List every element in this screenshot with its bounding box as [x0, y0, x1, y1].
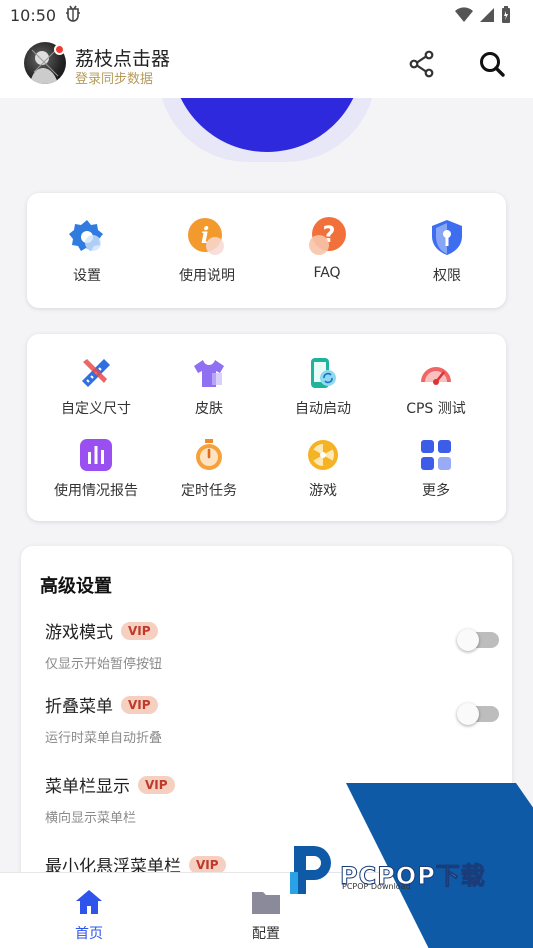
shield-key-icon: [427, 217, 467, 257]
vip-badge: VIP: [138, 775, 175, 794]
game-wheel-icon: [306, 438, 340, 472]
vip-badge: VIP: [121, 621, 158, 640]
nav-home[interactable]: 首页: [39, 887, 139, 943]
search-icon[interactable]: [478, 50, 506, 82]
menu-faq-label: FAQ: [313, 265, 341, 281]
menu-instructions[interactable]: i 使用说明: [147, 217, 267, 285]
feature-custom-size[interactable]: 自定义尺寸: [36, 356, 156, 418]
setting-fold-menu-title: 折叠菜单: [45, 697, 113, 717]
features-card: 自定义尺寸 皮肤 自动启动 CPS 测试 使用情况报告 定时任务 游戏 更多: [27, 334, 506, 521]
setting-game-mode[interactable]: 游戏模式 VIP 仅显示开始暂停按钮: [45, 618, 499, 672]
setting-game-mode-desc: 仅显示开始暂停按钮: [45, 657, 163, 672]
feature-usage-report[interactable]: 使用情况报告: [36, 438, 156, 500]
quick-menu-card: 设置 i 使用说明 ? FAQ 权限: [27, 193, 506, 308]
login-sync-link[interactable]: 登录同步数据: [75, 68, 153, 87]
phone-auto-icon: [306, 356, 340, 390]
bug-icon: [64, 4, 82, 26]
nav-home-label: 首页: [75, 926, 103, 942]
setting-menu-bar-display-title: 菜单栏显示: [45, 777, 130, 797]
vip-badge: VIP: [121, 695, 158, 714]
feature-cps-test-label: CPS 测试: [406, 401, 466, 417]
tshirt-icon: [192, 356, 226, 390]
menu-faq[interactable]: ? FAQ: [267, 217, 387, 281]
notification-dot: [54, 44, 65, 55]
feature-game[interactable]: 游戏: [263, 438, 383, 500]
menu-permissions[interactable]: 权限: [387, 217, 507, 285]
setting-fold-menu[interactable]: 折叠菜单 VIP 运行时菜单自动折叠: [45, 692, 499, 746]
status-time: 10:50: [10, 5, 57, 25]
game-mode-toggle[interactable]: [457, 629, 499, 651]
feature-auto-start-label: 自动启动: [295, 401, 351, 417]
feature-auto-start[interactable]: 自动启动: [263, 356, 383, 418]
feature-game-label: 游戏: [309, 483, 337, 499]
feature-cps-test[interactable]: CPS 测试: [376, 356, 496, 418]
feature-custom-size-label: 自定义尺寸: [61, 401, 131, 417]
watermark-logo: [288, 842, 338, 902]
app-screen: 10:50 荔枝点击器 登录同步数据 设置 i 使用说明 ? FAQ 权限 自定…: [0, 0, 533, 948]
nav-config-label: 配置: [252, 926, 280, 942]
question-icon: ?: [307, 217, 347, 257]
vip-badge: VIP: [189, 855, 226, 874]
feature-usage-report-label: 使用情况报告: [54, 483, 138, 499]
gear-icon: [67, 217, 107, 257]
home-icon: [39, 887, 139, 917]
signal-icon: [479, 7, 495, 27]
feature-timed-task[interactable]: 定时任务: [149, 438, 269, 500]
app-bar: 荔枝点击器 登录同步数据: [0, 30, 533, 98]
grid-more-icon: [419, 438, 453, 472]
setting-fold-menu-desc: 运行时菜单自动折叠: [45, 731, 163, 746]
app-title: 荔枝点击器: [75, 48, 171, 70]
feature-more[interactable]: 更多: [376, 438, 496, 500]
feature-skin-label: 皮肤: [195, 401, 223, 417]
stopwatch-icon: [192, 438, 226, 472]
menu-settings[interactable]: 设置: [27, 217, 147, 285]
menu-instructions-label: 使用说明: [179, 268, 235, 284]
share-icon[interactable]: [408, 50, 436, 82]
battery-icon: [501, 6, 511, 28]
menu-permissions-label: 权限: [433, 268, 461, 284]
feature-more-label: 更多: [422, 483, 450, 499]
advanced-settings-title: 高级设置: [40, 576, 112, 597]
setting-game-mode-title: 游戏模式: [45, 623, 113, 643]
bar-chart-icon: [79, 438, 113, 472]
watermark-sub: PCPOP Download: [342, 882, 411, 891]
fold-menu-toggle[interactable]: [457, 703, 499, 725]
menu-settings-label: 设置: [73, 268, 101, 284]
status-bar: 10:50: [0, 0, 533, 30]
info-icon: i: [187, 217, 227, 257]
feature-skin[interactable]: 皮肤: [149, 356, 269, 418]
speedometer-icon: [419, 356, 453, 390]
wifi-icon: [455, 7, 473, 27]
ruler-pencil-icon: [79, 356, 113, 390]
feature-timed-task-label: 定时任务: [181, 483, 237, 499]
